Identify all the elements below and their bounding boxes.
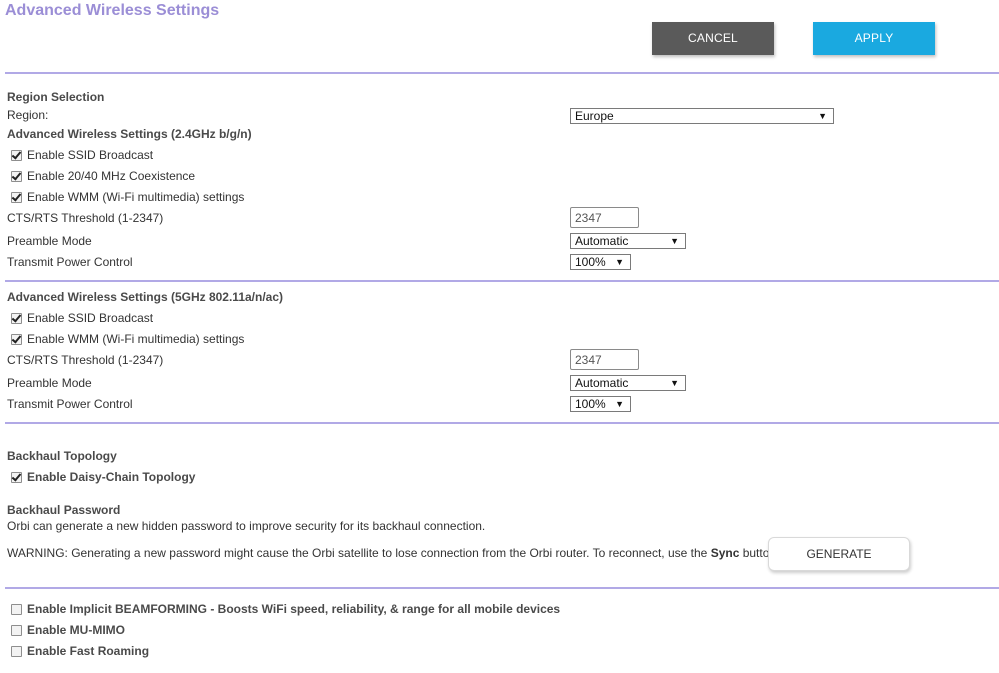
- advanced-wireless-settings-page: Advanced Wireless Settings CANCEL APPLY …: [0, 0, 999, 673]
- band24-ssid-broadcast-row[interactable]: Enable SSID Broadcast: [11, 148, 153, 162]
- band24-coexistence-checkbox[interactable]: [11, 170, 22, 182]
- band24-ssid-broadcast-label: Enable SSID Broadcast: [27, 148, 154, 162]
- region-select[interactable]: Europe ▼: [570, 108, 834, 124]
- band5-ssid-broadcast-row[interactable]: Enable SSID Broadcast: [11, 311, 153, 325]
- band24-preamble-select[interactable]: Automatic ▼: [570, 233, 686, 249]
- band24-cts-label: CTS/RTS Threshold (1-2347): [7, 211, 164, 225]
- band24-preamble-label: Preamble Mode: [7, 234, 92, 248]
- chevron-down-icon: ▼: [670, 378, 679, 388]
- band5-power-select[interactable]: 100% ▼: [570, 396, 631, 412]
- backhaul-topology-heading: Backhaul Topology: [7, 449, 117, 463]
- band24-heading: Advanced Wireless Settings (2.4GHz b/g/n…: [7, 127, 252, 141]
- band5-wmm-row[interactable]: Enable WMM (Wi-Fi multimedia) settings: [11, 332, 244, 346]
- divider: [5, 587, 999, 589]
- warning-text-prefix: WARNING: Generating a new password might…: [7, 546, 711, 560]
- band24-wmm-label: Enable WMM (Wi-Fi multimedia) settings: [27, 190, 245, 204]
- band5-preamble-select[interactable]: Automatic ▼: [570, 375, 686, 391]
- fast-roaming-row[interactable]: Enable Fast Roaming: [11, 644, 149, 658]
- apply-button[interactable]: APPLY: [813, 22, 935, 55]
- daisy-chain-checkbox[interactable]: [11, 471, 22, 483]
- divider: [5, 422, 999, 424]
- band24-power-label: Transmit Power Control: [7, 255, 133, 269]
- daisy-chain-label: Enable Daisy-Chain Topology: [27, 470, 196, 484]
- band24-wmm-row[interactable]: Enable WMM (Wi-Fi multimedia) settings: [11, 190, 244, 204]
- band5-power-value: 100%: [575, 397, 606, 411]
- band24-coexistence-label: Enable 20/40 MHz Coexistence: [27, 169, 196, 183]
- fast-roaming-checkbox[interactable]: [11, 645, 22, 657]
- page-title: Advanced Wireless Settings: [5, 2, 220, 19]
- band5-cts-input[interactable]: [570, 349, 639, 370]
- band24-preamble-value: Automatic: [575, 234, 629, 248]
- band5-heading: Advanced Wireless Settings (5GHz 802.11a…: [7, 290, 284, 304]
- divider: [5, 280, 999, 282]
- band24-cts-input[interactable]: [570, 207, 639, 228]
- band24-wmm-checkbox[interactable]: [11, 191, 22, 203]
- band5-cts-label: CTS/RTS Threshold (1-2347): [7, 353, 164, 367]
- region-select-value: Europe: [575, 109, 614, 123]
- band5-power-label: Transmit Power Control: [7, 397, 133, 411]
- fast-roaming-label: Enable Fast Roaming: [27, 644, 150, 658]
- cancel-button[interactable]: CANCEL: [652, 22, 774, 55]
- band5-preamble-value: Automatic: [575, 376, 629, 390]
- mu-mimo-checkbox[interactable]: [11, 624, 22, 636]
- band5-preamble-label: Preamble Mode: [7, 376, 92, 390]
- region-label: Region:: [7, 108, 49, 122]
- band24-power-value: 100%: [575, 255, 606, 269]
- band5-ssid-broadcast-label: Enable SSID Broadcast: [27, 311, 154, 325]
- beamforming-checkbox[interactable]: [11, 603, 22, 615]
- region-heading: Region Selection: [7, 90, 105, 104]
- divider: [5, 72, 999, 74]
- band5-ssid-broadcast-checkbox[interactable]: [11, 312, 22, 324]
- band24-power-select[interactable]: 100% ▼: [570, 254, 631, 270]
- generate-button[interactable]: GENERATE: [768, 537, 910, 571]
- beamforming-row[interactable]: Enable Implicit BEAMFORMING - Boosts WiF…: [11, 602, 560, 616]
- mu-mimo-label: Enable MU-MIMO: [27, 623, 125, 637]
- chevron-down-icon: ▼: [818, 111, 827, 121]
- daisy-chain-row[interactable]: Enable Daisy-Chain Topology: [11, 470, 195, 484]
- band24-coexistence-row[interactable]: Enable 20/40 MHz Coexistence: [11, 169, 195, 183]
- backhaul-warning: WARNING: Generating a new password might…: [7, 546, 779, 560]
- chevron-down-icon: ▼: [670, 236, 679, 246]
- backhaul-password-description: Orbi can generate a new hidden password …: [7, 519, 486, 533]
- mu-mimo-row[interactable]: Enable MU-MIMO: [11, 623, 125, 637]
- band24-ssid-broadcast-checkbox[interactable]: [11, 149, 22, 161]
- band5-wmm-checkbox[interactable]: [11, 333, 22, 345]
- warning-sync-text: Sync: [710, 546, 740, 560]
- chevron-down-icon: ▼: [615, 257, 624, 267]
- chevron-down-icon: ▼: [615, 399, 624, 409]
- backhaul-password-heading: Backhaul Password: [7, 503, 121, 517]
- beamforming-label: Enable Implicit BEAMFORMING - Boosts WiF…: [27, 602, 561, 616]
- band5-wmm-label: Enable WMM (Wi-Fi multimedia) settings: [27, 332, 245, 346]
